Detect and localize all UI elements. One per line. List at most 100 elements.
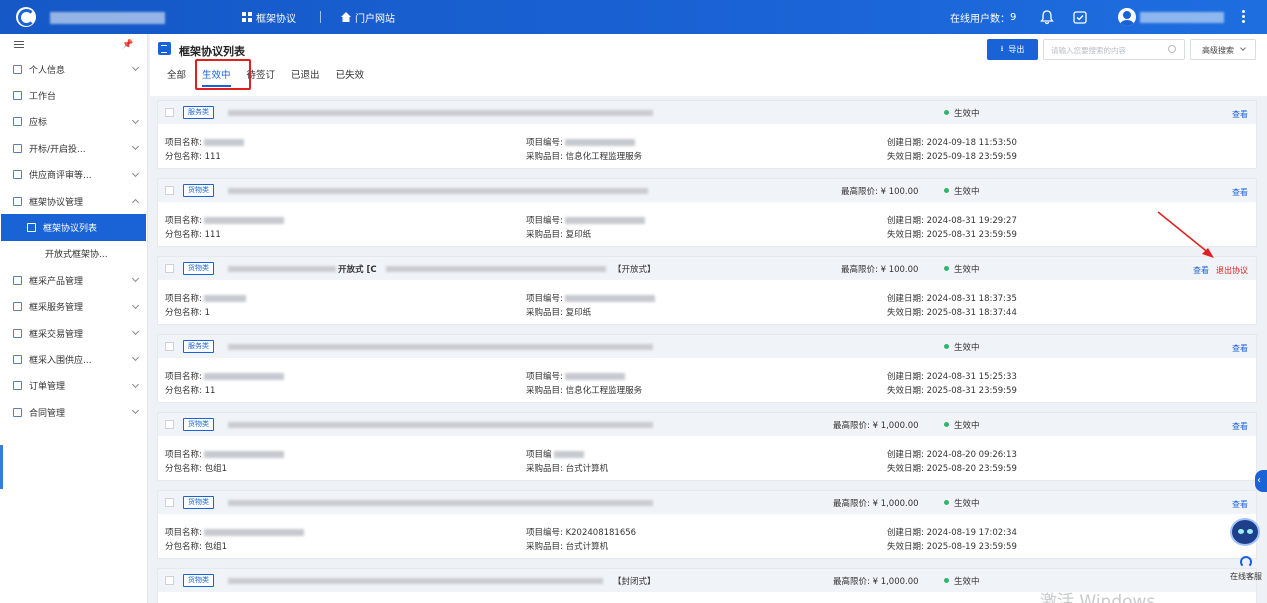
title-redacted [386, 266, 606, 272]
create-date: 创建日期: 2024-08-31 19:29:27 [887, 214, 1017, 226]
collapse-panel-icon[interactable]: ‹ [1255, 470, 1267, 492]
grid-icon [242, 12, 252, 22]
field-text: 项目编号: [526, 294, 563, 304]
card-checkbox[interactable] [165, 498, 174, 507]
category-tag: 货物类 [183, 184, 214, 197]
field-text: 项目名称: [165, 450, 202, 460]
sidebar-item-label: 工作台 [29, 92, 57, 103]
nav-portal-label: 门户网站 [355, 13, 395, 25]
exit-agreement-link[interactable]: 退出协议 [1216, 265, 1248, 276]
field-text: 2024-09-18 11:53:50 [926, 138, 1017, 148]
sidebar-item-profile[interactable]: 个人信息 [0, 56, 147, 82]
sidebar-item-framework-list[interactable]: 框架协议列表 [1, 214, 146, 241]
card-checkbox[interactable] [165, 186, 174, 195]
card-checkbox[interactable] [165, 576, 174, 585]
project-no: 项目编号: [526, 214, 645, 226]
search-icon[interactable] [1168, 45, 1176, 53]
field-text: 采购品目: [526, 386, 563, 396]
sidebar-item-trade-mgmt[interactable]: 框采交易管理 [0, 320, 147, 346]
menu-toggle-icon[interactable] [14, 41, 24, 50]
field-text: 最高限价: [833, 421, 870, 431]
user-name-redacted [1140, 12, 1224, 23]
advanced-search-dropdown[interactable]: 高级搜索 [1190, 39, 1256, 60]
category-tag: 货物类 [183, 574, 214, 587]
app-logo[interactable] [16, 7, 36, 27]
sidebar-item-order-mgmt[interactable]: 订单管理 [0, 373, 147, 399]
app-title-redacted [50, 12, 165, 24]
sidebar-item-service-mgmt[interactable]: 框采服务管理 [0, 294, 147, 320]
sidebar-item-framework-mgmt[interactable]: 框架协议管理 [0, 188, 147, 214]
field-text: 2024-08-31 19:29:27 [926, 216, 1017, 226]
view-link[interactable]: 查看 [1232, 421, 1248, 432]
sidebar-item-contract-mgmt[interactable]: 合同管理 [0, 399, 147, 425]
tab-all[interactable]: 全部 [167, 67, 186, 87]
field-text: 失效日期: [887, 230, 924, 240]
user-avatar[interactable] [1118, 8, 1136, 26]
nav-framework-agreement[interactable]: 框架协议 [242, 0, 296, 34]
field-text: 2025-08-31 23:59:59 [926, 230, 1017, 240]
field-text: 11 [204, 386, 216, 396]
nav-portal[interactable]: 门户网站 [341, 0, 395, 34]
task-check-icon[interactable] [1072, 9, 1088, 25]
create-date: 创建日期: 2024-08-31 18:37:35 [887, 292, 1017, 304]
bell-icon[interactable] [1039, 9, 1055, 25]
project-name: 项目名称: [165, 370, 284, 382]
subpackage-name: 分包名称: 111 [165, 150, 221, 162]
card-checkbox[interactable] [165, 108, 174, 117]
tab-exited[interactable]: 已退出 [291, 67, 320, 87]
online-service-button[interactable]: 在线客服 [1225, 556, 1267, 582]
sidebar-item-bid-opening[interactable]: 开标/开启投... [0, 135, 147, 161]
card-title-suffix: 【封闭式】 [613, 577, 656, 587]
field-text: 分包名称: [165, 464, 202, 474]
view-link[interactable]: 查看 [1193, 265, 1209, 276]
purchase-category: 采购品目: 台式计算机 [526, 462, 608, 474]
sidebar-edge-handle[interactable] [0, 445, 3, 489]
sidebar-item-supplier-entry[interactable]: 框采入围供应... [0, 346, 147, 372]
field-text: 分包名称: [165, 542, 202, 552]
subpackage-name: 分包名称: 1 [165, 306, 210, 318]
field-text: 项目编号: [526, 216, 563, 226]
field-text: 2024-08-20 09:26:13 [926, 450, 1017, 460]
more-menu-icon[interactable] [1240, 9, 1246, 25]
sidebar-item-bidding[interactable]: 应标 [0, 109, 147, 135]
view-link[interactable]: 查看 [1232, 109, 1248, 120]
sidebar-item-open-framework[interactable]: 开放式框架协... [0, 241, 147, 267]
card-checkbox[interactable] [165, 264, 174, 273]
sidebar-item-supplier-review[interactable]: 供应商评审等... [0, 162, 147, 188]
framework-list-icon [27, 223, 36, 233]
assistant-robot-icon[interactable] [1227, 515, 1263, 549]
field-text: 2024-08-31 18:37:35 [926, 294, 1017, 304]
framework-icon [13, 196, 22, 206]
sidebar-item-product-mgmt[interactable]: 框采产品管理 [0, 267, 147, 293]
view-link[interactable]: 查看 [1232, 187, 1248, 198]
field-text: 包组1 [204, 542, 227, 552]
sidebar-item-workbench[interactable]: 工作台 [0, 82, 147, 108]
chevron-down-icon [131, 116, 140, 124]
redacted-value [203, 529, 304, 536]
view-link[interactable]: 查看 [1232, 343, 1248, 354]
chevron-down-icon [131, 380, 140, 388]
sidebar-item-label: 框采入围供应... [29, 355, 92, 366]
category-tag: 服务类 [183, 106, 214, 119]
field-text: 2025-08-19 23:59:59 [926, 542, 1017, 552]
field-text: 创建日期: [887, 528, 924, 538]
field-text: 最高限价: [833, 577, 870, 587]
tab-expired[interactable]: 已失效 [336, 67, 365, 87]
agreement-card: 货物类 开放式 [C 【开放式】 最高限价: ¥ 100.00 生效中 查看 退… [157, 256, 1257, 325]
pin-icon[interactable]: 📌 [122, 40, 133, 50]
view-link[interactable]: 查看 [1232, 499, 1248, 510]
purchase-category: 采购品目: 复印纸 [526, 228, 591, 240]
search-input[interactable]: 请输入您要搜索的内容 [1043, 39, 1185, 60]
purchase-category: 采购品目: 复印纸 [526, 306, 591, 318]
card-title-suffix: 【开放式】 [613, 265, 656, 275]
trade-icon [13, 328, 22, 338]
card-checkbox[interactable] [165, 342, 174, 351]
field-text: 失效日期: [887, 542, 924, 552]
annotation-arrow [1157, 211, 1214, 258]
card-checkbox[interactable] [165, 420, 174, 429]
main-content: 框架协议列表 全部 生效中 待签订 已退出 已失效 ⭳ 导出 请输入您要搜索的内容… [150, 34, 1267, 603]
max-price: 最高限价: ¥ 1,000.00 [833, 575, 919, 587]
export-button[interactable]: ⭳ 导出 [987, 39, 1038, 60]
field-text: 分包名称: [165, 386, 202, 396]
field-text: 项目名称: [165, 294, 202, 304]
